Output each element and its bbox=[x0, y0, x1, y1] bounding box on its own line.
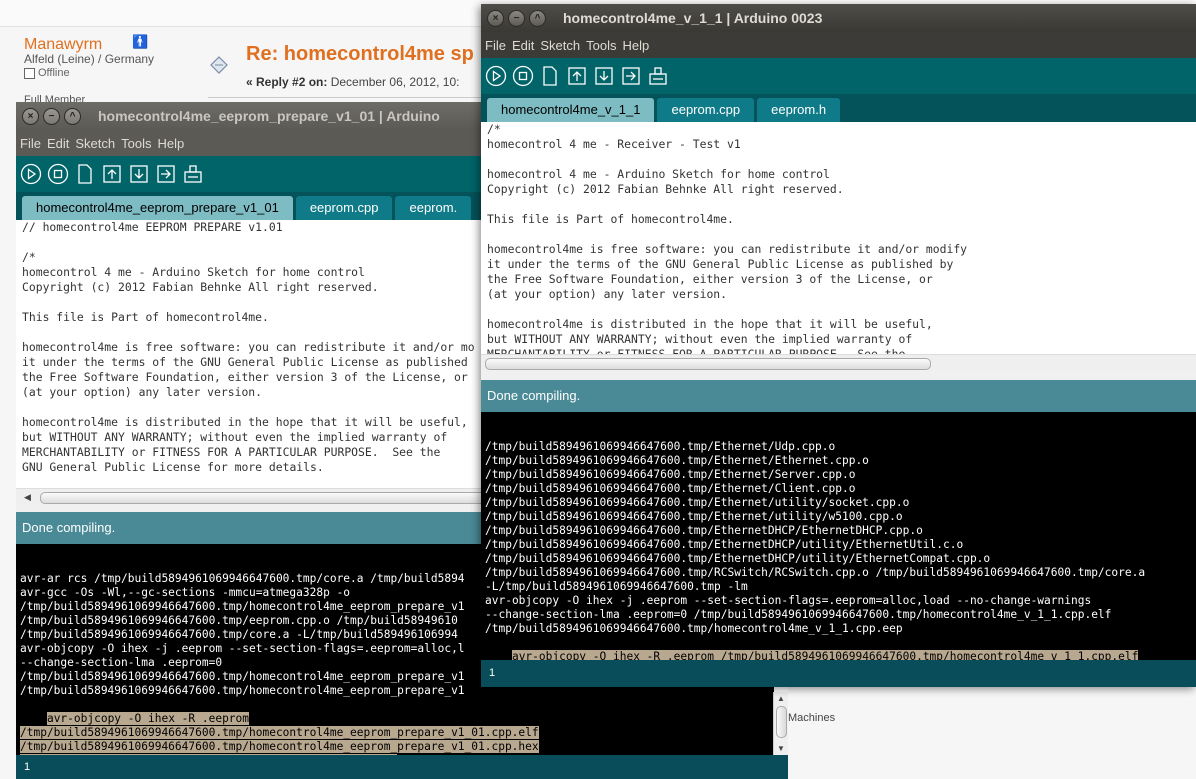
maximize-icon[interactable]: ^ bbox=[529, 10, 546, 27]
reply-label: « Reply #2 on: bbox=[246, 75, 328, 89]
upload-icon[interactable] bbox=[155, 163, 177, 185]
reply-date: December 06, 2012, 10: bbox=[330, 75, 460, 89]
window-title: homecontrol4me_v_1_1 | Arduino 0023 bbox=[563, 10, 823, 26]
tab-eeprom-cpp[interactable]: eeprom.cpp bbox=[295, 196, 393, 220]
menu-help[interactable]: Help bbox=[157, 136, 184, 151]
forum-status-label: Offline bbox=[38, 67, 70, 79]
tab-bar: homecontrol4me_v_1_1 eeprom.cpp eeprom.h bbox=[481, 94, 1196, 122]
scroll-down-icon[interactable]: ▼ bbox=[777, 744, 785, 753]
window-title: homecontrol4me_eeprom_prepare_v1_01 | Ar… bbox=[98, 108, 440, 124]
editor-horizontal-scrollbar[interactable] bbox=[481, 354, 1196, 371]
tab-eeprom-h[interactable]: eeprom.h bbox=[757, 98, 841, 122]
menu-file[interactable]: File bbox=[20, 136, 41, 151]
minimize-icon[interactable]: − bbox=[43, 108, 60, 125]
console-output: /tmp/build5894961069946647600.tmp/Ethern… bbox=[481, 412, 1196, 660]
line-number-bar: 1 bbox=[16, 755, 788, 779]
machines-text: Machines bbox=[788, 712, 836, 724]
menu-sketch[interactable]: Sketch bbox=[75, 136, 115, 151]
window-controls: × − ^ bbox=[22, 108, 81, 125]
post-title[interactable]: Re: homecontrol4me sp bbox=[246, 43, 474, 66]
serial-monitor-icon[interactable] bbox=[182, 163, 204, 185]
console-highlighted-text: avr-objcopy -O ihex -R .eeprom /tmp/buil… bbox=[485, 650, 1139, 660]
forum-location: Alfeld (Leine) / Germany bbox=[24, 52, 155, 66]
upload-icon[interactable] bbox=[620, 65, 642, 87]
scroll-left-icon[interactable]: ◀ bbox=[24, 492, 31, 503]
open-icon[interactable] bbox=[101, 163, 123, 185]
new-icon[interactable] bbox=[539, 65, 561, 87]
title-bar: × − ^ homecontrol4me_v_1_1 | Arduino 002… bbox=[481, 4, 1196, 32]
maximize-icon[interactable]: ^ bbox=[64, 108, 81, 125]
arduino-window-main: × − ^ homecontrol4me_v_1_1 | Arduino 002… bbox=[481, 4, 1196, 687]
scroll-up-icon[interactable]: ▲ bbox=[777, 694, 785, 703]
menu-file[interactable]: File bbox=[485, 38, 506, 53]
new-icon[interactable] bbox=[74, 163, 96, 185]
forum-online-status: Offline bbox=[24, 67, 70, 79]
open-icon[interactable] bbox=[566, 65, 588, 87]
save-icon[interactable] bbox=[593, 65, 615, 87]
minimize-icon[interactable]: − bbox=[508, 10, 525, 27]
menu-tools[interactable]: Tools bbox=[586, 38, 616, 53]
menu-edit[interactable]: Edit bbox=[47, 136, 69, 151]
tab-eeprom-cpp[interactable]: eeprom.cpp bbox=[657, 98, 755, 122]
save-icon[interactable] bbox=[128, 163, 150, 185]
console-highlighted-text: avr-objcopy -O ihex -R .eeprom /tmp/buil… bbox=[20, 712, 539, 755]
code-editor[interactable]: /* homecontrol 4 me - Receiver - Test v1… bbox=[481, 122, 1196, 354]
post-icon bbox=[210, 56, 228, 74]
tab-main-sketch[interactable]: homecontrol4me_eeprom_prepare_v1_01 bbox=[22, 196, 293, 220]
menu-help[interactable]: Help bbox=[622, 38, 649, 53]
person-icon: 🚹 bbox=[132, 34, 149, 49]
pane-divider[interactable] bbox=[481, 370, 1196, 380]
stop-icon[interactable] bbox=[47, 163, 69, 185]
console-vertical-scrollbar[interactable]: ▲ ▼ bbox=[773, 692, 788, 755]
verify-icon[interactable] bbox=[20, 163, 42, 185]
menu-bar: File Edit Sketch Tools Help bbox=[481, 32, 1196, 58]
tab-eeprom-h[interactable]: eeprom. bbox=[395, 196, 472, 220]
stop-icon[interactable] bbox=[512, 65, 534, 87]
verify-icon[interactable] bbox=[485, 65, 507, 87]
console-plain-text: /tmp/build5894961069946647600.tmp/Ethern… bbox=[485, 440, 1146, 635]
offline-icon bbox=[24, 67, 35, 79]
scrollbar-thumb[interactable] bbox=[485, 358, 931, 370]
serial-monitor-icon[interactable] bbox=[647, 65, 669, 87]
post-meta: « Reply #2 on: December 06, 2012, 10: bbox=[246, 75, 459, 89]
close-icon[interactable]: × bbox=[22, 108, 39, 125]
menu-edit[interactable]: Edit bbox=[512, 38, 534, 53]
close-icon[interactable]: × bbox=[487, 10, 504, 27]
toolbar bbox=[481, 58, 1196, 94]
window-controls: × − ^ bbox=[487, 10, 546, 27]
line-number-bar: 1 bbox=[481, 660, 1196, 687]
tab-main-sketch[interactable]: homecontrol4me_v_1_1 bbox=[487, 98, 655, 122]
status-bar: Done compiling. bbox=[481, 380, 1196, 412]
scrollbar-thumb[interactable] bbox=[776, 706, 787, 738]
menu-tools[interactable]: Tools bbox=[121, 136, 151, 151]
menu-sketch[interactable]: Sketch bbox=[540, 38, 580, 53]
divider bbox=[208, 97, 498, 98]
